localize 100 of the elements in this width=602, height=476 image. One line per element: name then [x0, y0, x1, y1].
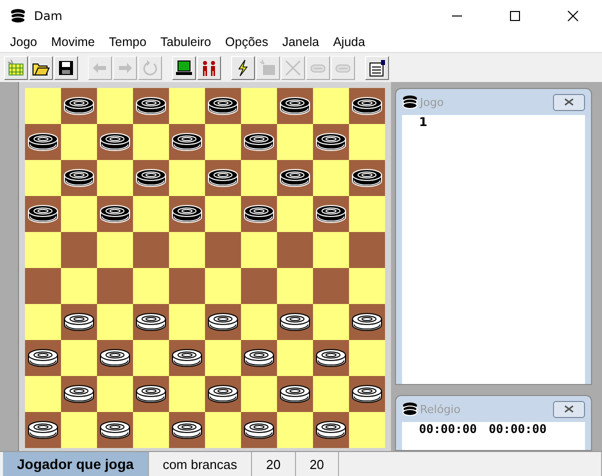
dark-square[interactable] [349, 88, 385, 124]
maximize-icon[interactable] [509, 10, 521, 22]
checker-piece[interactable] [99, 348, 131, 368]
dark-square[interactable] [313, 196, 349, 232]
checker-piece[interactable] [63, 96, 95, 116]
dark-square[interactable] [205, 88, 241, 124]
menu-item[interactable]: Tempo [102, 35, 154, 49]
menu-item[interactable]: Opções [218, 35, 276, 49]
checker-piece[interactable] [315, 132, 347, 152]
checker-piece[interactable] [243, 132, 275, 152]
dark-square[interactable] [241, 124, 277, 160]
dark-square[interactable] [241, 412, 277, 448]
move-number: 1 [418, 115, 428, 129]
checker-piece[interactable] [27, 132, 59, 152]
checker-piece[interactable] [207, 168, 239, 188]
save-button[interactable] [54, 56, 78, 80]
checker-piece[interactable] [171, 204, 203, 224]
computer-button[interactable] [172, 56, 196, 80]
menu-item[interactable]: Jogo [3, 35, 44, 49]
new-button[interactable] [4, 56, 28, 80]
dark-square[interactable] [61, 160, 97, 196]
checker-piece[interactable] [171, 348, 203, 368]
checker-piece[interactable] [171, 420, 203, 440]
menu-item[interactable]: Janela [275, 35, 326, 49]
properties-button[interactable] [365, 56, 389, 80]
checker-piece[interactable] [63, 384, 95, 404]
checker-piece[interactable] [99, 132, 131, 152]
dark-square[interactable] [349, 304, 385, 340]
checker-piece[interactable] [63, 168, 95, 188]
dark-square[interactable] [133, 304, 169, 340]
lightning-button[interactable] [231, 56, 255, 80]
checker-piece[interactable] [315, 420, 347, 440]
checker-piece[interactable] [351, 168, 383, 188]
checker-piece[interactable] [99, 420, 131, 440]
close-button[interactable] [553, 400, 585, 418]
checker-piece[interactable] [99, 204, 131, 224]
dark-square[interactable] [241, 340, 277, 376]
dark-square[interactable] [169, 412, 205, 448]
dark-square[interactable] [25, 412, 61, 448]
dark-square[interactable] [277, 88, 313, 124]
checker-piece[interactable] [351, 312, 383, 332]
checker-piece[interactable] [135, 384, 167, 404]
close-button[interactable] [553, 94, 585, 110]
dark-square[interactable] [25, 196, 61, 232]
dark-square[interactable] [61, 376, 97, 412]
checker-piece[interactable] [135, 312, 167, 332]
dark-square[interactable] [349, 376, 385, 412]
dark-square[interactable] [313, 124, 349, 160]
checker-piece[interactable] [279, 384, 311, 404]
open-button[interactable] [29, 56, 53, 80]
dark-square[interactable] [169, 340, 205, 376]
checker-piece[interactable] [135, 96, 167, 116]
checker-piece[interactable] [279, 168, 311, 188]
checker-piece[interactable] [279, 96, 311, 116]
dark-square[interactable] [277, 376, 313, 412]
checker-piece[interactable] [135, 168, 167, 188]
dark-square[interactable] [349, 160, 385, 196]
menu-item[interactable]: Tabuleiro [153, 35, 218, 49]
checker-piece[interactable] [351, 96, 383, 116]
checker-piece[interactable] [351, 384, 383, 404]
checker-piece[interactable] [27, 204, 59, 224]
dark-square[interactable] [97, 124, 133, 160]
dark-square[interactable] [205, 304, 241, 340]
checker-piece[interactable] [243, 348, 275, 368]
dark-square[interactable] [313, 412, 349, 448]
checker-piece[interactable] [207, 96, 239, 116]
dark-square[interactable] [25, 340, 61, 376]
dark-square[interactable] [277, 160, 313, 196]
close-icon [563, 405, 575, 413]
checker-piece[interactable] [27, 348, 59, 368]
dark-square[interactable] [133, 160, 169, 196]
close-icon[interactable] [567, 10, 579, 22]
checker-piece[interactable] [315, 204, 347, 224]
checker-piece[interactable] [171, 132, 203, 152]
dark-square[interactable] [97, 196, 133, 232]
checker-piece[interactable] [315, 348, 347, 368]
dark-square[interactable] [313, 340, 349, 376]
players-button[interactable] [197, 56, 221, 80]
dark-square[interactable] [133, 376, 169, 412]
checker-piece[interactable] [243, 204, 275, 224]
checker-piece[interactable] [27, 420, 59, 440]
dark-square[interactable] [169, 196, 205, 232]
checker-piece[interactable] [63, 312, 95, 332]
menu-item[interactable]: Movime [44, 35, 102, 49]
dark-square[interactable] [205, 160, 241, 196]
checker-piece[interactable] [207, 384, 239, 404]
checker-piece[interactable] [243, 420, 275, 440]
dark-square[interactable] [133, 88, 169, 124]
dark-square[interactable] [25, 124, 61, 160]
dark-square[interactable] [97, 412, 133, 448]
checker-piece[interactable] [207, 312, 239, 332]
dark-square[interactable] [169, 124, 205, 160]
checker-piece[interactable] [279, 312, 311, 332]
dark-square[interactable] [61, 88, 97, 124]
dark-square[interactable] [61, 304, 97, 340]
dark-square[interactable] [205, 376, 241, 412]
dark-square[interactable] [277, 304, 313, 340]
menu-item[interactable]: Ajuda [326, 35, 372, 49]
dark-square[interactable] [97, 340, 133, 376]
dark-square[interactable] [241, 196, 277, 232]
